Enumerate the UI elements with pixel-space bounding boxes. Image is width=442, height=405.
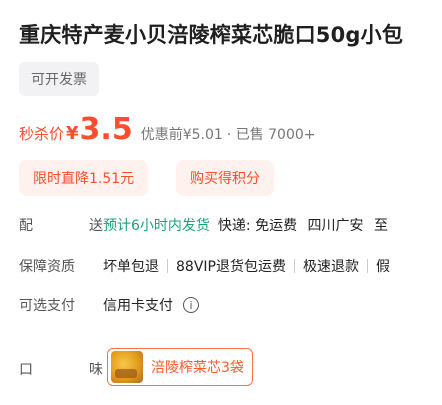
guarantee-tags[interactable]: 坏单包退 88VIP退货包运费 极速退款 假 xyxy=(103,256,390,276)
price-currency: ¥ xyxy=(66,123,79,144)
shipping-details: 快递: 免运费 四川广安 至 xyxy=(218,215,394,235)
sold-count: · 已售 7000+ xyxy=(226,127,316,143)
guarantee-label: 保障资质 xyxy=(19,259,75,275)
shipping-origin[interactable]: 四川广安 xyxy=(308,218,364,234)
shipping-label: 配 送 xyxy=(19,218,103,234)
promo-price-drop[interactable]: 限时直降1.51元 xyxy=(19,160,149,196)
original-price: 优惠前¥5.01 xyxy=(140,127,223,143)
info-icon[interactable]: i xyxy=(183,297,199,313)
shipping-row: 配 送 预计6小时内发货 快递: 免运费 四川广安 至 xyxy=(19,213,394,237)
guarantee-item: 坏单包退 xyxy=(103,259,159,275)
flavor-label: 口 味 xyxy=(19,362,103,378)
flavor-option-label: 涪陵榨菜芯3袋 xyxy=(151,360,244,376)
price-row: 秒杀价 ¥ 3.5 优惠前¥5.01 · 已售 7000+ xyxy=(19,112,316,148)
payment-row: 可选支付 信用卡支付 i xyxy=(19,293,199,317)
shipping-time: 预计6小时内发货 xyxy=(103,218,210,234)
flavor-row: 口 味 xyxy=(19,357,103,381)
flash-sale-label: 秒杀价 xyxy=(19,125,65,143)
invoice-badge[interactable]: 可开发票 xyxy=(19,62,99,96)
divider xyxy=(293,259,295,273)
divider xyxy=(167,259,168,273)
guarantee-item: 88VIP退货包运费 xyxy=(176,259,286,275)
shipping-to: 至 xyxy=(374,218,388,234)
promo-points[interactable]: 购买得积分 xyxy=(176,160,274,196)
guarantee-row: 保障资质 坏单包退 88VIP退货包运费 极速退款 假 xyxy=(19,254,390,278)
guarantee-item: 极速退款 xyxy=(302,259,359,275)
guarantee-item: 假 xyxy=(375,259,390,275)
product-thumbnail xyxy=(111,351,143,383)
payment-label: 可选支付 xyxy=(19,298,75,314)
product-title: 重庆特产麦小贝涪陵榨菜芯脆口50g小包 xyxy=(19,23,404,47)
shipping-courier: 快递: 免运费 xyxy=(217,218,298,234)
divider xyxy=(366,259,368,273)
flavor-option-selected[interactable]: 涪陵榨菜芯3袋 xyxy=(107,348,253,386)
sale-price: 3.5 xyxy=(79,112,133,147)
payment-method: 信用卡支付 xyxy=(103,298,173,314)
